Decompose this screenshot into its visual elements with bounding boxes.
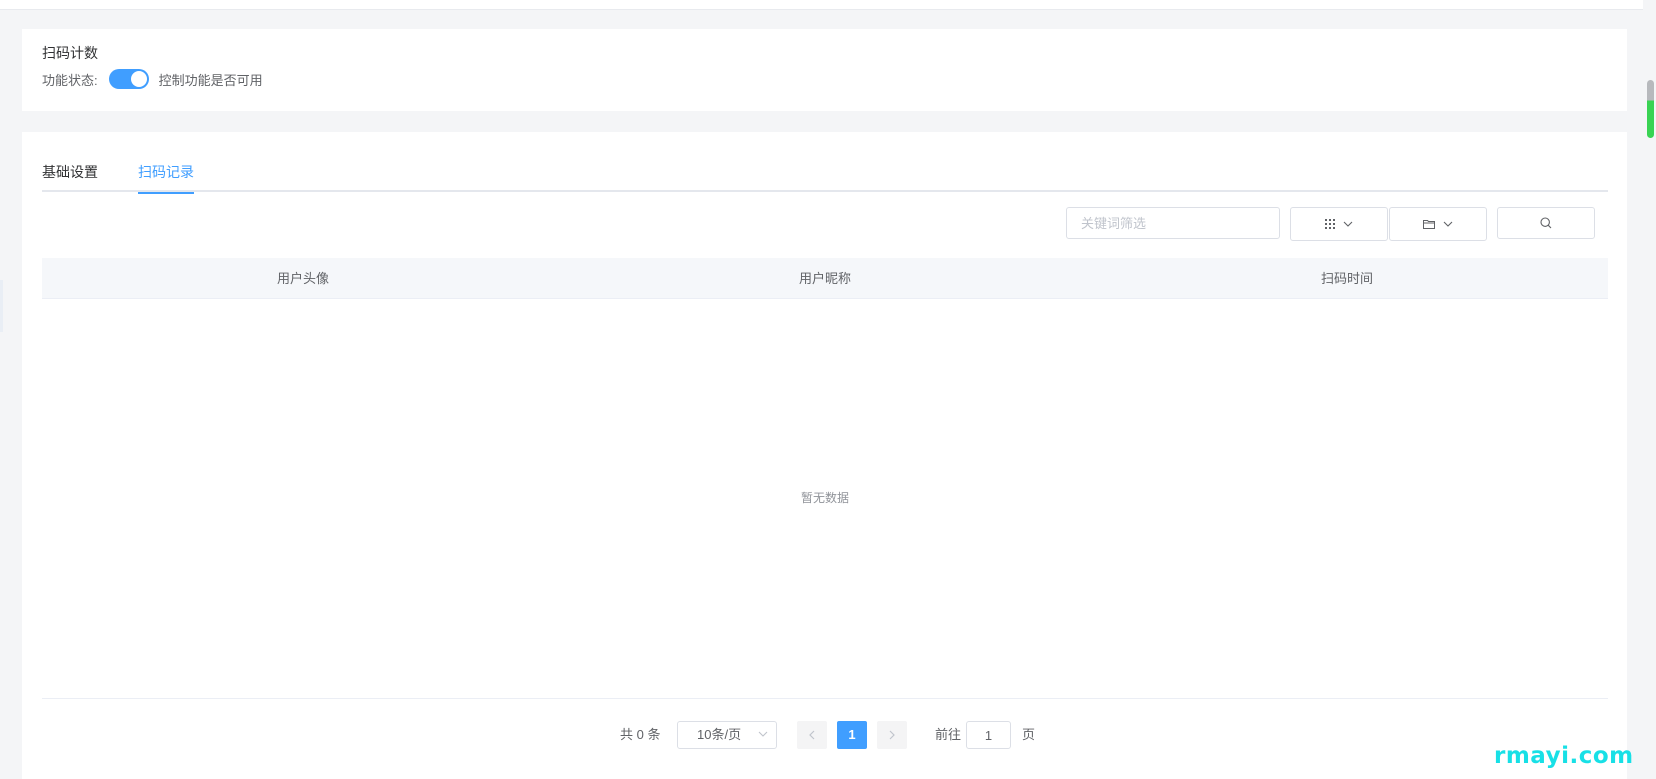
column-layout-button[interactable] — [1290, 207, 1388, 241]
column-header-nickname[interactable]: 用户昵称 — [564, 258, 1086, 298]
status-description: 控制功能是否可用 — [158, 72, 263, 88]
chevron-down-icon — [1443, 221, 1453, 227]
search-button[interactable] — [1497, 207, 1595, 239]
column-header-scan-time[interactable]: 扫码时间 — [1086, 258, 1608, 298]
chevron-right-icon — [889, 730, 895, 740]
switch-knob — [130, 71, 147, 87]
top-bar — [0, 0, 1643, 10]
tab-scan-records[interactable]: 扫码记录 — [138, 162, 194, 194]
goto-suffix: 页 — [1022, 727, 1036, 742]
column-header-avatar[interactable]: 用户头像 — [42, 258, 564, 298]
feature-toggle-switch[interactable] — [108, 69, 149, 89]
export-folder-button[interactable] — [1389, 207, 1487, 241]
page-number-current[interactable]: 1 — [837, 721, 867, 749]
watermark: rmayi.com — [1494, 743, 1634, 769]
feature-status-row: 功能状态: 控制功能是否可用 — [42, 69, 263, 89]
goto-label: 前往 — [935, 727, 962, 742]
feature-title: 扫码计数 — [42, 45, 98, 61]
tab-bar: 基础设置 扫码记录 — [42, 162, 1608, 194]
search-icon — [1540, 217, 1552, 229]
feature-card: 扫码计数 功能状态: 控制功能是否可用 — [22, 29, 1627, 111]
folder-icon — [1423, 220, 1435, 229]
next-page-button[interactable] — [877, 721, 907, 749]
chevron-down-icon — [1343, 221, 1353, 227]
grid-icon — [1325, 219, 1335, 229]
chevron-down-icon — [758, 731, 768, 737]
goto-page-input[interactable] — [966, 721, 1011, 749]
scrollbar-thumb[interactable] — [1647, 80, 1654, 138]
page-size-value: 10条/页 — [697, 727, 742, 742]
keyword-filter-input[interactable] — [1066, 207, 1280, 239]
chevron-left-icon — [809, 730, 815, 740]
records-card: 基础设置 扫码记录 关键词筛选 用户头像 用户昵称 扫码时间 暂无数据 共 0 … — [22, 132, 1627, 779]
prev-page-button[interactable] — [797, 721, 827, 749]
page-size-select[interactable]: 10条/页 — [677, 721, 777, 749]
vertical-scrollbar[interactable] — [1643, 0, 1656, 779]
table-divider — [42, 698, 1608, 699]
table-header: 用户头像 用户昵称 扫码时间 — [42, 258, 1608, 299]
empty-state-text: 暂无数据 — [800, 491, 849, 505]
table-toolbar — [22, 207, 1627, 241]
total-count: 共 0 条 — [620, 727, 661, 742]
pagination: 共 0 条 10条/页 1 前往 页 — [22, 721, 1627, 749]
status-label: 功能状态: — [42, 72, 98, 88]
tab-basic-settings[interactable]: 基础设置 — [42, 162, 98, 192]
side-edge — [0, 280, 3, 332]
